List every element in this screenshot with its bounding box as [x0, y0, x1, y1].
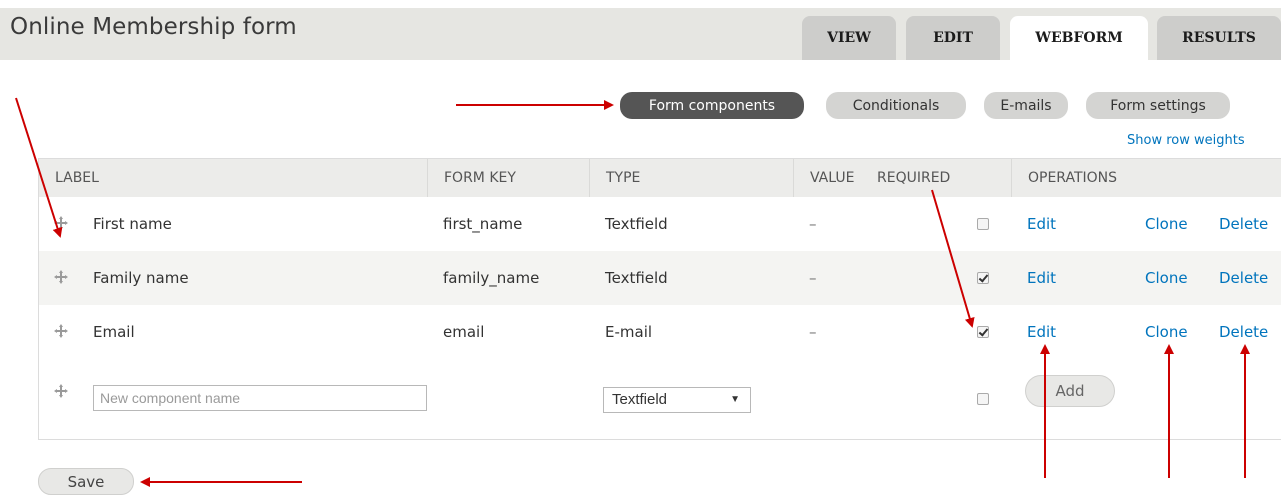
delete-link[interactable]: Delete: [1219, 197, 1268, 251]
tab-results[interactable]: RESULTS: [1157, 16, 1281, 60]
show-row-weights-link[interactable]: Show row weights: [1127, 133, 1245, 148]
subtab-conditionals[interactable]: Conditionals: [826, 92, 966, 119]
page-title: Online Membership form: [10, 14, 297, 40]
required-checkbox[interactable]: [977, 218, 989, 230]
component-form-key: first_name: [443, 215, 523, 233]
new-component-name-input[interactable]: [93, 385, 427, 411]
component-type-select[interactable]: Textfield ▼: [603, 387, 751, 413]
clone-link[interactable]: Clone: [1145, 197, 1188, 251]
component-value: –: [809, 215, 817, 233]
subtab-emails[interactable]: E-mails: [984, 92, 1068, 119]
header-operations: OPERATIONS: [1011, 159, 1281, 197]
header-required: REQUIRED: [877, 170, 951, 186]
edit-link[interactable]: Edit: [1027, 251, 1056, 305]
delete-link[interactable]: Delete: [1219, 305, 1268, 359]
edit-link[interactable]: Edit: [1027, 305, 1056, 359]
drag-handle-icon[interactable]: [53, 269, 69, 285]
required-checkbox[interactable]: [977, 326, 989, 338]
component-type: E-mail: [605, 323, 653, 341]
drag-handle-icon[interactable]: [53, 215, 69, 231]
tab-webform[interactable]: WEBFORM: [1010, 16, 1148, 60]
table-row: Family name family_name Textfield – Edit…: [39, 251, 1281, 305]
drag-handle-icon[interactable]: [53, 383, 69, 399]
table-row: First name first_name Textfield – Edit C…: [39, 197, 1281, 251]
clone-link[interactable]: Clone: [1145, 251, 1188, 305]
save-button[interactable]: Save: [38, 468, 134, 495]
drag-handle-icon[interactable]: [53, 323, 69, 339]
component-type: Textfield: [605, 215, 668, 233]
components-table: LABEL FORM KEY TYPE VALUE REQUIRED OPERA…: [38, 158, 1281, 440]
type-select-value: Textfield: [612, 391, 668, 408]
header-label: LABEL: [55, 170, 99, 186]
subtab-form-settings[interactable]: Form settings: [1086, 92, 1230, 119]
required-checkbox[interactable]: [977, 272, 989, 284]
edit-link[interactable]: Edit: [1027, 197, 1056, 251]
subtab-form-components[interactable]: Form components: [620, 92, 804, 119]
header-type: TYPE: [589, 159, 793, 197]
tab-edit[interactable]: EDIT: [906, 16, 1000, 60]
header-value: VALUE: [793, 159, 875, 197]
component-value: –: [809, 323, 817, 341]
component-form-key: family_name: [443, 269, 540, 287]
chevron-down-icon: ▼: [730, 394, 740, 405]
delete-link[interactable]: Delete: [1219, 251, 1268, 305]
clone-link[interactable]: Clone: [1145, 305, 1188, 359]
table-row: Email email E-mail – Edit Clone Delete: [39, 305, 1281, 359]
table-header: LABEL FORM KEY TYPE VALUE REQUIRED OPERA…: [39, 159, 1281, 197]
header-form-key: FORM KEY: [427, 159, 589, 197]
component-label: First name: [93, 215, 172, 233]
component-form-key: email: [443, 323, 485, 341]
component-label: Email: [93, 323, 135, 341]
component-label: Family name: [93, 269, 189, 287]
new-required-checkbox[interactable]: [977, 393, 989, 405]
component-type: Textfield: [605, 269, 668, 287]
tab-view[interactable]: VIEW: [802, 16, 896, 60]
component-value: –: [809, 269, 817, 287]
add-component-button[interactable]: Add: [1025, 375, 1115, 407]
